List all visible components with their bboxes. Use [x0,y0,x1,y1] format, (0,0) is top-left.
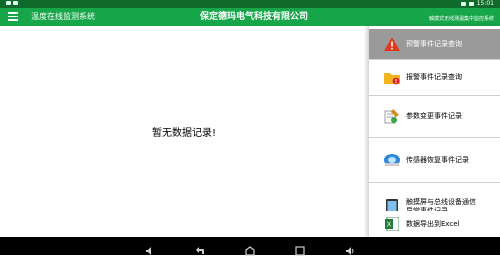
sidebar-item-parameter-change-events[interactable]: 参数变更事件记录 [369,96,500,138]
status-bar-system: 15:01 [460,0,494,8]
parameter-edit-icon [383,108,401,125]
sidebar-item-export-excel-row[interactable]: X 数据导出到Excel [369,211,500,237]
warning-triangle-icon [383,36,401,52]
recent-apps-icon[interactable] [295,241,305,256]
sidebar-item-label: 数据导出到Excel [406,219,460,228]
sidebar-item-label: 报警事件记录查询 [406,73,462,81]
status-bar-notifications [6,0,18,8]
app-title: 温度在线监测系统 [31,12,95,21]
alarm-folder-icon [383,70,401,86]
battery-icon [468,2,474,6]
menu-icon[interactable] [8,12,18,22]
app-bar: 温度在线监测系统 保定德玛电气科技有限公司 触摸式无线测温集中监控系统 [0,8,500,26]
volume-up-icon[interactable] [345,241,355,255]
svg-text:X: X [387,222,392,229]
notification-icon [6,1,11,5]
sidebar-item-label: 传感器恢复事件记录 [406,155,469,164]
status-time: 15:01 [476,0,494,7]
app-subtitle: 触摸式无线测温集中监控系统 [428,16,494,22]
sensor-restore-icon [383,152,401,168]
sidebar-item-label: 参数变更事件记录 [406,112,462,120]
company-name: 保定德玛电气科技有限公司 [200,12,309,22]
volume-down-icon[interactable] [145,241,155,255]
excel-icon: X [383,216,401,232]
home-icon[interactable] [245,241,255,256]
status-bar: 15:01 [0,0,500,8]
sidebar-item-alarm-events[interactable]: 报警事件记录查询 [369,60,500,96]
wifi-icon [460,2,466,6]
sidebar-item-warning-events[interactable]: 预警事件记录查询 [369,29,500,60]
usb-icon [12,1,18,5]
main-content: 暂无数据记录! [0,26,368,237]
empty-message: 暂无数据记录! [151,128,216,139]
sidebar-item-sensor-restore-events[interactable]: 传感器恢复事件记录 [369,138,500,183]
back-icon[interactable] [195,241,205,254]
sidebar: 预警事件记录查询 报警事件记录查询 参数变更事件记录 传感器恢复事件记录 触摸屏… [368,26,500,237]
sidebar-item-label: 预警事件记录查询 [406,39,462,48]
navigation-bar [0,237,500,256]
